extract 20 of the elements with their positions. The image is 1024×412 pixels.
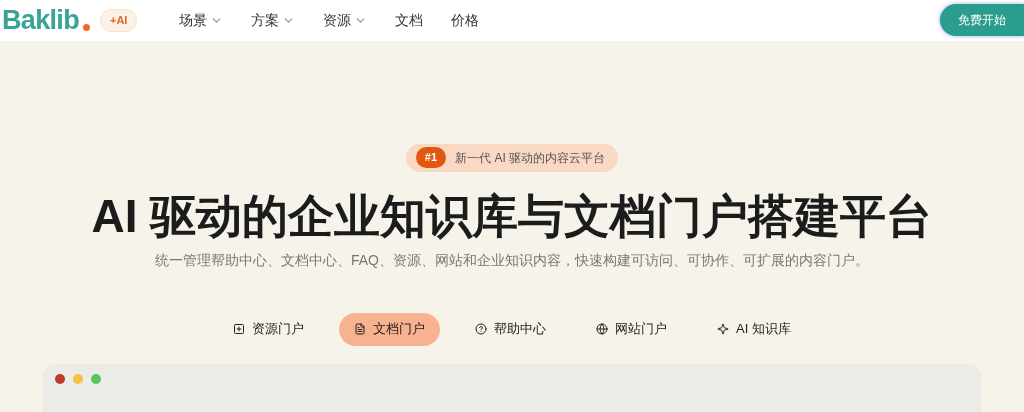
globe-icon [596, 323, 609, 335]
portal-tab[interactable]: 文档门户 [339, 312, 441, 346]
portal-tab[interactable]: AI 知识库 [702, 312, 806, 346]
document-icon [354, 323, 367, 335]
nav-link[interactable]: 价格 [449, 9, 482, 31]
nav-link[interactable]: 资源 [321, 9, 370, 31]
ai-badge: +AI [100, 9, 138, 32]
portal-tab[interactable]: 资源门户 [218, 312, 320, 346]
hero-title: AI 驱动的企业知识库与文档门户搭建平台 [91, 188, 933, 244]
hero-subtitle: 统一管理帮助中心、文档中心、FAQ、资源、网站和企业知识内容，快速构建可访问、可协作、可扩展的内容门户。 [155, 250, 869, 270]
help-icon [475, 323, 488, 335]
nav-link[interactable]: 方案 [249, 9, 298, 31]
announcement-text: 新一代 AI 驱动的内容云平台 [455, 149, 606, 167]
plus-square-icon [233, 323, 246, 335]
nav-link[interactable]: 文档 [393, 9, 426, 31]
sparkle-icon [717, 323, 730, 335]
portal-tab[interactable]: 网站门户 [581, 312, 683, 346]
portal-tab[interactable]: 帮助中心 [460, 312, 562, 346]
rank-badge: #1 [415, 147, 447, 168]
nav-link[interactable]: 场景 [177, 9, 226, 31]
